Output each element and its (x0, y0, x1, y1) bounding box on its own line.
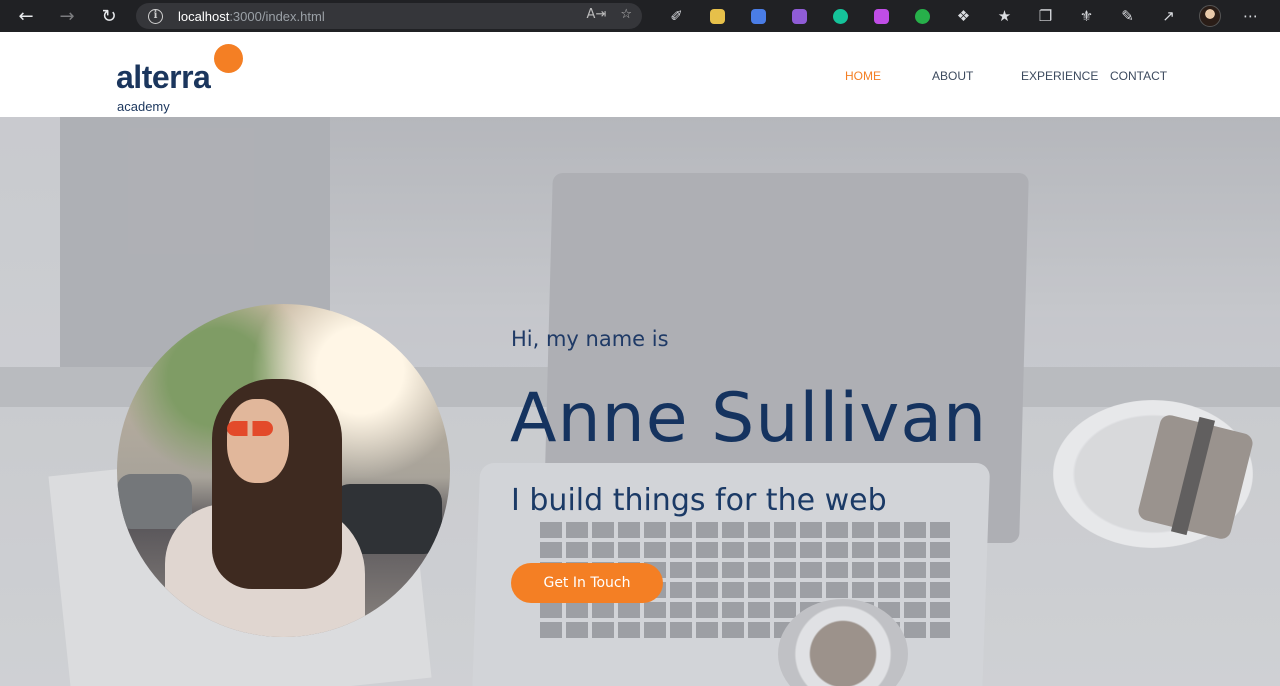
hero-greeting: Hi, my name is (511, 327, 669, 351)
nav-about[interactable]: ABOUT (932, 69, 973, 83)
save-ext-icon[interactable] (779, 0, 820, 32)
get-in-touch-button[interactable]: Get In Touch (511, 563, 663, 603)
nav-contact[interactable]: CONTACT (1110, 69, 1167, 83)
photo-sunglasses (227, 421, 273, 436)
extensions-bar: ✐ ❖ ★ ❐ ⚜ ✎ ↗ ⋯ (656, 0, 1271, 32)
photo-car-left (117, 474, 192, 529)
more-icon[interactable]: ⋯ (1230, 0, 1271, 32)
logo-dot (214, 44, 243, 73)
site-logo[interactable]: alterra academy (116, 41, 246, 114)
puzzle-icon[interactable]: ❖ (943, 0, 984, 32)
logo-word: alterra (116, 59, 211, 95)
read-aloud-icon[interactable]: A⇥ (587, 7, 607, 22)
nav-home[interactable]: HOME (845, 69, 881, 83)
color-ext-icon[interactable] (861, 0, 902, 32)
profile-avatar[interactable] (1189, 0, 1230, 32)
favorites-icon[interactable]: ★ (984, 0, 1025, 32)
eye-ext-icon[interactable] (902, 0, 943, 32)
collections-icon[interactable]: ❐ (1025, 0, 1066, 32)
browser-toolbar: ← → ↻ i localhost:3000/index.html A⇥ ☆ ✐… (0, 0, 1280, 32)
profile-photo (117, 304, 450, 637)
bookmark-ext-icon[interactable] (738, 0, 779, 32)
site-info-icon[interactable]: i (148, 8, 163, 24)
nav-experience[interactable]: EXPERIENCE (1021, 69, 1098, 83)
hero-name: Anne Sullivan (510, 379, 988, 458)
hero-section: Hi, my name is Anne Sullivan I build thi… (0, 117, 1280, 686)
add-favorite-icon[interactable]: ☆ (620, 7, 632, 22)
address-bar[interactable]: i localhost:3000/index.html A⇥ ☆ (136, 3, 642, 29)
photo-person-face (227, 399, 289, 483)
back-arrow-icon[interactable]: ← (6, 0, 46, 32)
logo-subtitle: academy (117, 99, 170, 114)
trophy-icon[interactable]: ⚜ (1066, 0, 1107, 32)
edit-page-icon[interactable]: ✎ (1107, 0, 1148, 32)
forward-arrow-icon[interactable]: → (47, 0, 87, 32)
hero-tagline: I build things for the web (511, 483, 887, 518)
url-text[interactable]: localhost:3000/index.html (178, 9, 325, 24)
share-icon[interactable]: ↗ (1148, 0, 1189, 32)
mail-ext-icon[interactable] (697, 0, 738, 32)
site-header: alterra academy HOME ABOUT EXPERIENCE CO… (0, 32, 1280, 117)
grammarly-icon[interactable] (820, 0, 861, 32)
pen-icon[interactable]: ✐ (656, 0, 697, 32)
reload-icon[interactable]: ↻ (89, 0, 129, 32)
